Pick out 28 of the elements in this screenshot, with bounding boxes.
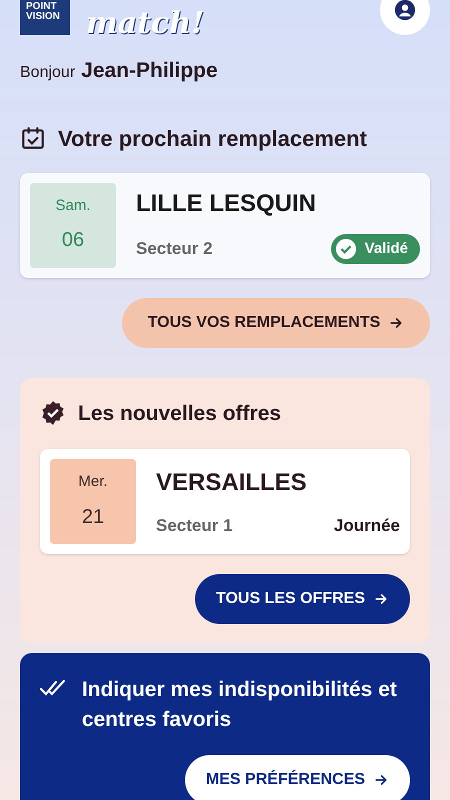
offer-card[interactable]: Mer. 21 VERSAILLES Secteur 1 Journée [40,449,410,554]
date-number: 06 [62,228,84,254]
center-name: LILLE LESQUIN [136,189,317,219]
section-title: Les nouvelles offres [78,400,282,426]
date-number: 21 [82,504,104,530]
preferences-button[interactable]: MES PRÉFÉRENCES [185,754,410,800]
section-title: Votre prochain remplacement [58,124,367,153]
badge-check-icon [40,400,66,426]
check-icon [334,238,357,260]
all-offers-button[interactable]: TOUS LES OFFRES [195,574,410,624]
sector-label: Secteur 2 [136,238,213,260]
profile-button[interactable] [380,0,430,35]
day-label: Sam. [55,196,90,216]
sector-label: Secteur 1 [156,514,233,537]
status-badge: Validé [330,234,420,264]
center-name: VERSAILLES [156,468,308,498]
user-icon [394,0,416,21]
greeting-label: Bonjour [20,63,76,83]
replacement-card[interactable]: Sam. 06 LILLE LESQUIN Secteur 2 Validé [20,172,430,278]
logo-script: match! [86,9,204,39]
preferences-title: Indiquer mes indisponibilités et centres favoris [82,676,398,732]
calendar-icon [20,125,46,151]
period-label: Journée [334,514,400,537]
all-replacements-button[interactable]: TOUS VOS REMPLACEMENTS [122,298,430,348]
day-label: Mer. [78,472,108,492]
user-name: Jean-Philippe [81,58,218,84]
arrow-right-icon [373,591,390,607]
logo: POINT VISION [20,0,70,35]
